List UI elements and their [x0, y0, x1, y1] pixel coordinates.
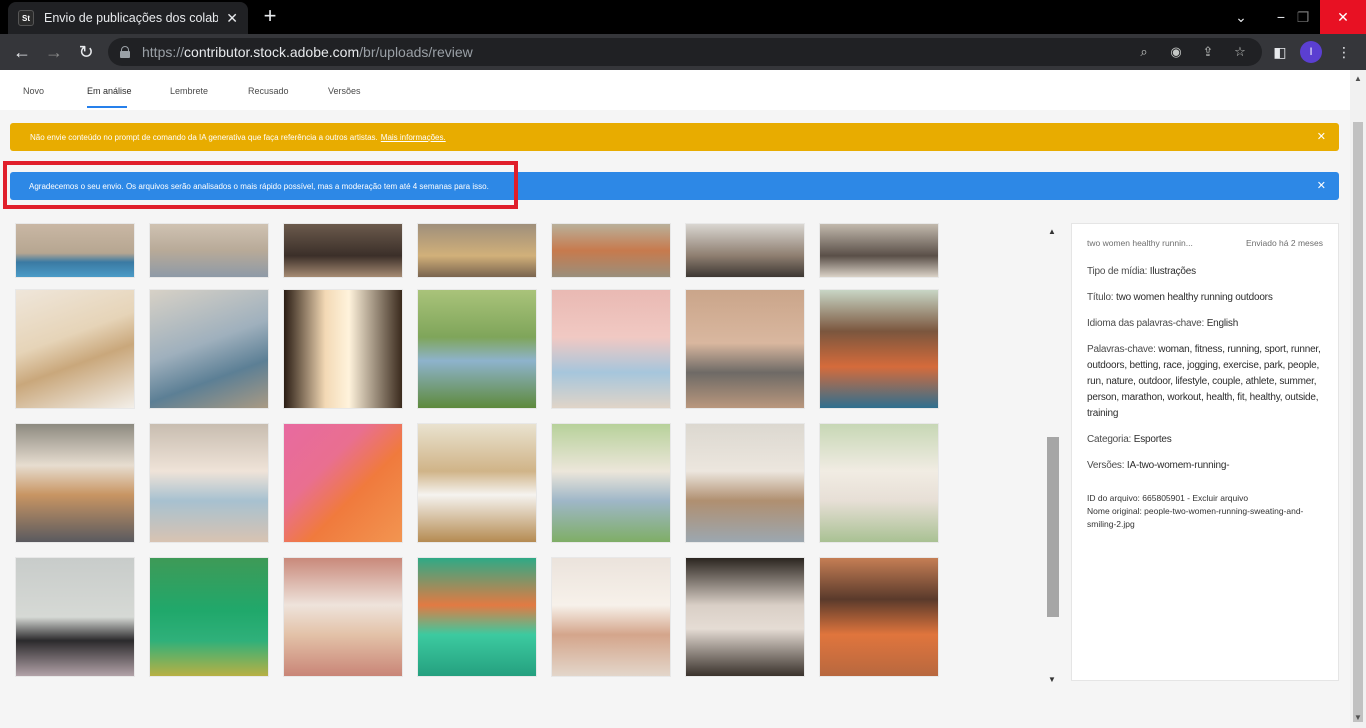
- reload-icon[interactable]: ↻: [74, 40, 98, 64]
- browser-tab[interactable]: St Envio de publicações dos colabor ✕: [8, 2, 248, 34]
- grid-scrollbar-thumb[interactable]: [1047, 437, 1059, 617]
- title-row: Título: two women healthy running outdoo…: [1087, 292, 1273, 303]
- thumbnail[interactable]: [283, 289, 403, 409]
- versions-row: Versões: IA-two-womem-running-: [1087, 460, 1230, 471]
- thumbnail[interactable]: [417, 223, 537, 278]
- thumbnail[interactable]: [283, 557, 403, 677]
- thumbnail[interactable]: [819, 423, 939, 543]
- upload-tabs: Novo Em análise Lembrete Recusado Versõe…: [0, 70, 1350, 110]
- avatar[interactable]: I: [1300, 41, 1322, 63]
- page-scrollbar[interactable]: ▲ ▼: [1350, 70, 1366, 728]
- browser-toolbar: ← → ↻ https://contributor.stock.adobe.co…: [0, 34, 1366, 70]
- tab-em-analise[interactable]: Em análise: [87, 86, 132, 96]
- ai-warning-banner: Não envie conteúdo no prompt de comando …: [10, 123, 1339, 151]
- thumbnail[interactable]: [149, 423, 269, 543]
- thumbnail[interactable]: [551, 289, 671, 409]
- thumbnail[interactable]: [417, 557, 537, 677]
- bookmark-star-icon[interactable]: ☆: [1232, 44, 1248, 60]
- thumbnail[interactable]: [15, 423, 135, 543]
- thumbnail[interactable]: [417, 423, 537, 543]
- menu-kebab-icon[interactable]: ⋮: [1334, 42, 1354, 62]
- thumbnail[interactable]: [685, 557, 805, 677]
- share-icon[interactable]: ⇪: [1200, 44, 1216, 60]
- thumbnail-grid: [15, 223, 945, 728]
- original-name: Nome original: people-two-women-running-…: [1087, 506, 1304, 529]
- thumbnail[interactable]: [149, 223, 269, 278]
- address-bar[interactable]: https://contributor.stock.adobe.com/br/u…: [108, 38, 1262, 66]
- more-info-link[interactable]: Mais informações.: [381, 133, 446, 142]
- side-panel-icon[interactable]: ◧: [1270, 42, 1290, 62]
- thumbnail[interactable]: [551, 223, 671, 278]
- browser-tabstrip: St Envio de publicações dos colabor ✕ + …: [0, 0, 1366, 34]
- file-id[interactable]: ID do arquivo: 665805901 - Excluir arqui…: [1087, 492, 1323, 505]
- thumbnail[interactable]: [149, 289, 269, 409]
- category-row: Categoria: Esportes: [1087, 434, 1172, 445]
- scroll-up-icon[interactable]: ▲: [1354, 74, 1362, 83]
- thumbnail[interactable]: [417, 289, 537, 409]
- back-arrow-icon[interactable]: ←: [10, 40, 34, 64]
- panel-file-title: two women healthy runnin...: [1087, 238, 1193, 248]
- url-text: https://contributor.stock.adobe.com/br/u…: [142, 44, 473, 60]
- tab-title: Envio de publicações dos colabor: [44, 11, 219, 25]
- media-type-row: Tipo de mídia: Ilustrações: [1087, 266, 1196, 277]
- page-content: Novo Em análise Lembrete Recusado Versõe…: [0, 70, 1350, 728]
- tab-lembrete[interactable]: Lembrete: [170, 86, 208, 96]
- highlight-box: [3, 161, 518, 209]
- tab-versoes[interactable]: Versões: [328, 86, 361, 96]
- thumbnail[interactable]: [15, 223, 135, 278]
- panel-sent-time: Enviado há 2 meses: [1245, 238, 1323, 248]
- file-info: ID do arquivo: 665805901 - Excluir arqui…: [1087, 492, 1323, 531]
- thumbnail[interactable]: [15, 289, 135, 409]
- tab-novo[interactable]: Novo: [23, 86, 44, 96]
- thumbnail[interactable]: [685, 423, 805, 543]
- thumbnail[interactable]: [819, 289, 939, 409]
- scroll-up-icon[interactable]: ▲: [1048, 227, 1056, 236]
- scroll-down-icon[interactable]: ▼: [1048, 675, 1056, 684]
- thumbnail[interactable]: [283, 423, 403, 543]
- thumbnail[interactable]: [551, 557, 671, 677]
- adobe-stock-favicon-icon: St: [18, 10, 34, 26]
- thumbnail[interactable]: [149, 557, 269, 677]
- eye-slash-icon[interactable]: ◉: [1168, 44, 1184, 60]
- thumbnail[interactable]: [551, 423, 671, 543]
- thumbnail[interactable]: [685, 223, 805, 278]
- close-icon[interactable]: ✕: [1317, 130, 1326, 143]
- forward-arrow-icon[interactable]: →: [42, 40, 66, 64]
- zoom-icon[interactable]: ⌕: [1136, 44, 1152, 60]
- page-scrollbar-thumb[interactable]: [1353, 122, 1363, 722]
- ai-warning-text: Não envie conteúdo no prompt de comando …: [30, 132, 378, 142]
- active-tab-indicator: [87, 106, 127, 108]
- tab-recusado[interactable]: Recusado: [248, 86, 289, 96]
- window-close-icon[interactable]: ✕: [1320, 0, 1366, 34]
- keywords-language-row: Idioma das palavras-chave: English: [1087, 318, 1239, 329]
- tab-close-icon[interactable]: ✕: [226, 10, 238, 27]
- thumbnail[interactable]: [819, 557, 939, 677]
- file-details-panel: two women healthy runnin... Enviado há 2…: [1071, 223, 1339, 681]
- panel-header: two women healthy runnin... Enviado há 2…: [1087, 238, 1323, 248]
- thumbnail[interactable]: [15, 557, 135, 677]
- new-tab-icon[interactable]: +: [259, 5, 281, 28]
- keywords-row: Palavras-chave: woman, fitness, running,…: [1087, 344, 1321, 419]
- scroll-down-icon[interactable]: ▼: [1354, 713, 1362, 722]
- lock-icon[interactable]: [120, 46, 130, 58]
- close-icon[interactable]: ✕: [1317, 179, 1326, 192]
- thumbnail[interactable]: [685, 289, 805, 409]
- thumbnail[interactable]: [283, 223, 403, 278]
- thumbnail[interactable]: [819, 223, 939, 278]
